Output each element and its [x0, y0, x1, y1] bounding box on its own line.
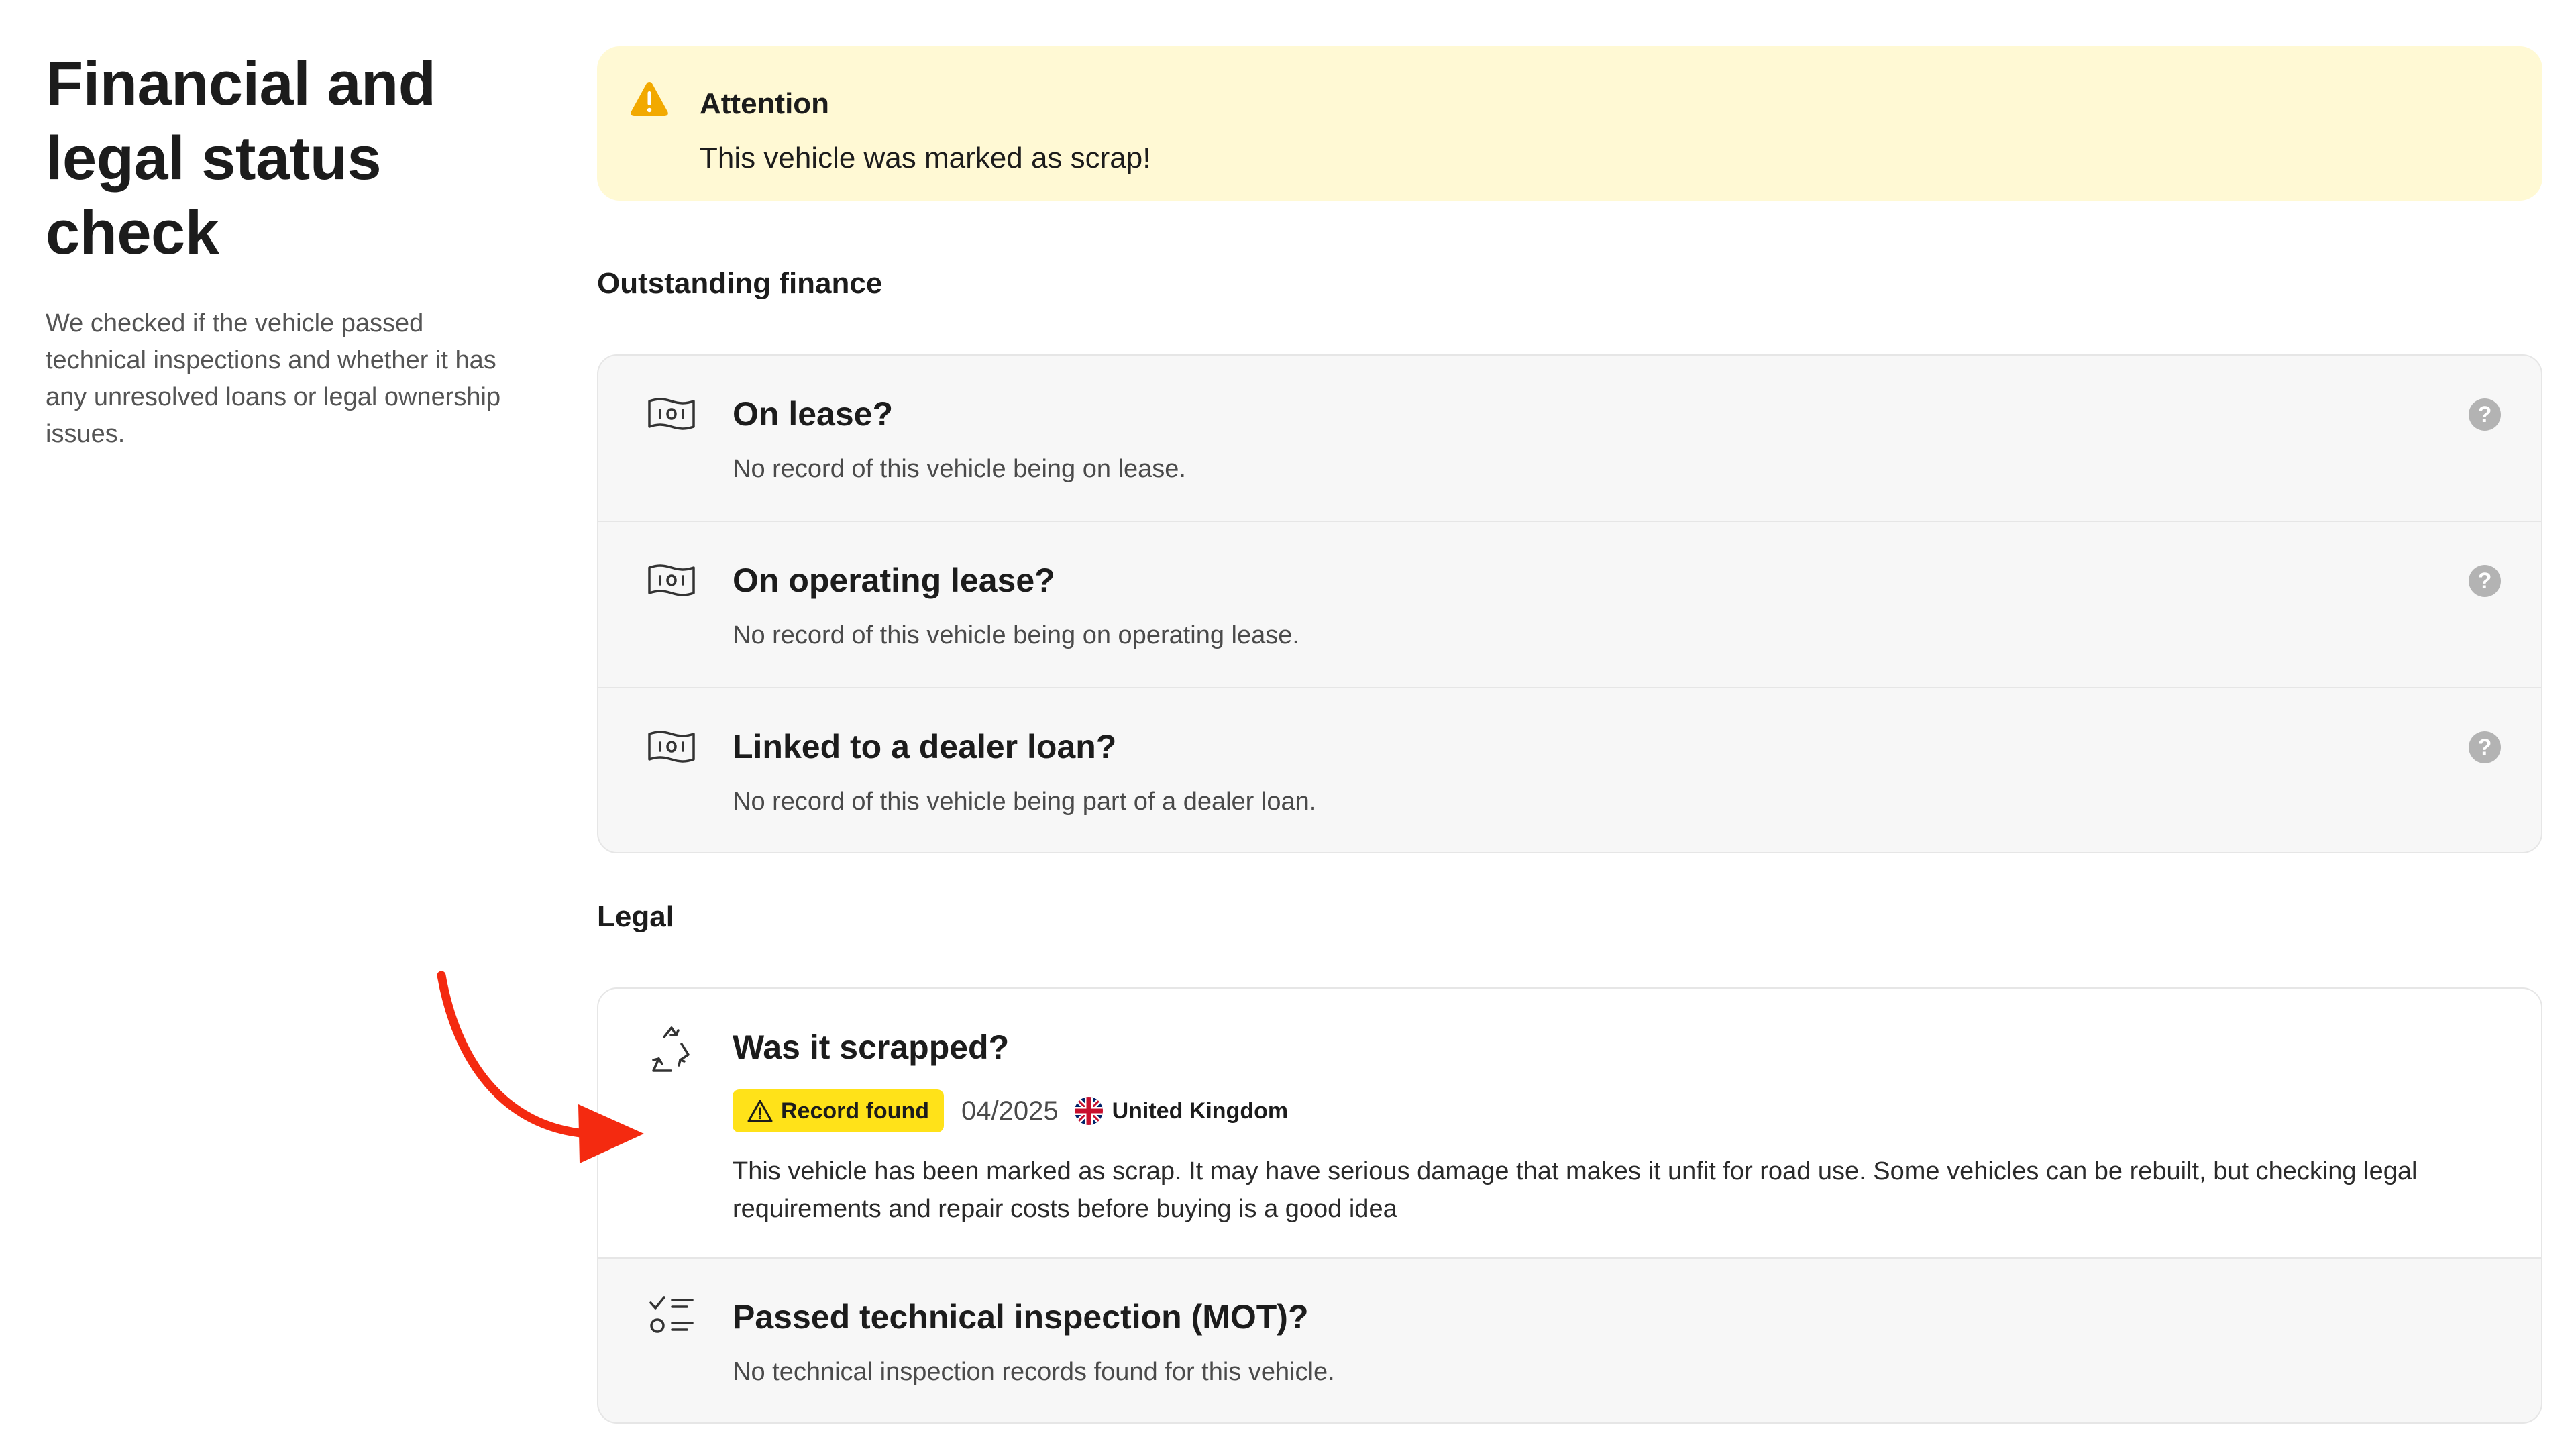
recycle-icon [652, 1026, 690, 1072]
banknote-icon [648, 398, 695, 430]
alert-message: This vehicle was marked as scrap! [700, 142, 1151, 174]
finance-row-description: No record of this vehicle being on lease… [733, 455, 1186, 483]
country-label: United Kingdom [1112, 1098, 1289, 1124]
badge-label: Record found [781, 1098, 929, 1124]
page-title-line: check [46, 199, 219, 267]
warning-outline-icon [747, 1100, 773, 1122]
legal-row-scrapped: Was it scrapped? Record found 04/2025 Un… [598, 989, 2541, 1259]
warning-triangle-icon [631, 82, 668, 116]
record-meta: Record found 04/2025 United Kingdom [733, 1089, 1288, 1132]
page-title: Financial and legal status check [46, 47, 515, 270]
finance-card-group: On lease? No record of this vehicle bein… [597, 354, 2542, 853]
finance-row-description: No record of this vehicle being part of … [733, 788, 1317, 816]
scrap-explanation: This vehicle has been marked as scrap. I… [733, 1157, 2418, 1223]
record-country: United Kingdom [1074, 1097, 1289, 1125]
alert-title: Attention [700, 87, 830, 120]
sidebar: Financial and legal status check We chec… [46, 47, 515, 453]
banknote-icon [648, 564, 695, 596]
banknote-icon [648, 731, 695, 763]
page-description: We checked if the vehicle passed technic… [46, 309, 501, 448]
help-icon[interactable]: ? [2469, 565, 2501, 597]
finance-row-dealer-loan: Linked to a dealer loan? No record of th… [598, 688, 2541, 852]
legal-row-title: Was it scrapped? [733, 1028, 1010, 1066]
section-heading-finance: Outstanding finance [597, 267, 883, 300]
annotation-arrow [437, 971, 644, 1163]
finance-row-title: On lease? [733, 395, 893, 433]
finance-row-operating-lease: On operating lease? No record of this ve… [598, 522, 2541, 688]
record-found-badge: Record found [733, 1089, 944, 1132]
attention-alert: Attention This vehicle was marked as scr… [597, 46, 2542, 201]
legal-card-group: Was it scrapped? Record found 04/2025 Un… [597, 987, 2542, 1424]
legal-row-description: No technical inspection records found fo… [733, 1358, 1335, 1386]
finance-row-title: On operating lease? [733, 562, 1055, 599]
finance-row-title: Linked to a dealer loan? [733, 728, 1117, 765]
legal-row-title: Passed technical inspection (MOT)? [733, 1298, 1309, 1336]
page-title-line: legal status [46, 124, 382, 193]
finance-row-description: No record of this vehicle being on opera… [733, 621, 1299, 649]
help-icon[interactable]: ? [2469, 731, 2501, 763]
record-date: 04/2025 [961, 1095, 1059, 1126]
uk-flag-icon [1074, 1097, 1103, 1125]
page-title-line: Financial and [46, 50, 436, 118]
help-icon[interactable]: ? [2469, 398, 2501, 431]
finance-row-lease: On lease? No record of this vehicle bein… [598, 356, 2541, 522]
legal-row-mot: Passed technical inspection (MOT)? No te… [598, 1259, 2541, 1422]
section-heading-legal: Legal [597, 900, 674, 933]
checklist-icon [649, 1296, 694, 1333]
